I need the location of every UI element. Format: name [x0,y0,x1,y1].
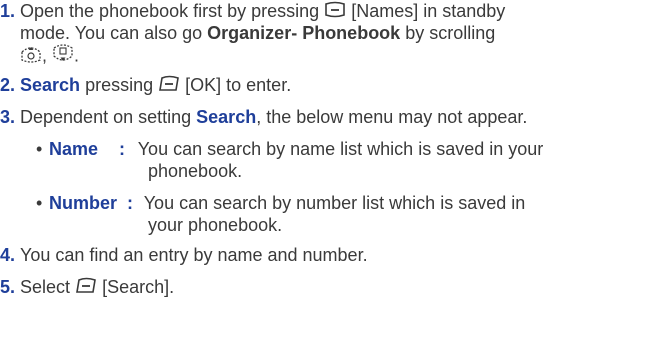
step-text-continued: [Search]. [102,277,175,297]
search-keyword: Search [196,107,257,127]
right-soft-key-icon [324,1,346,24]
step-1-line-2: mode. You can also go Organizer- Phonebo… [20,22,495,44]
step-text: by scrolling [405,23,496,43]
menu-path: Organizer- Phonebook [207,23,401,43]
option-label: Name [49,139,99,159]
nav-up-key-icon [20,44,42,69]
instructions-document: 1. Open the phonebook first by pressing [… [0,0,652,344]
step-text-continued: [Names] in standby [351,1,506,21]
option-number-line-2: your phonebook. [148,214,282,236]
step-text: Dependent on setting [20,107,192,127]
step-5: 5. Select [Search]. [0,276,174,300]
step-text: pressing [85,75,154,95]
bullet: • [36,139,43,159]
step-4: 4. You can find an entry by name and numb… [0,244,368,266]
bullet: • [36,193,43,213]
step-text: mode. You can also go [20,23,203,43]
step-number: 2. [0,75,16,95]
step-number: 5. [0,277,16,297]
step-1-line-3: , . [20,44,79,69]
option-name-line-2: phonebook. [148,160,242,182]
option-description: You can search by number list which is s… [143,193,526,213]
option-separator: : [127,193,134,213]
left-soft-key-icon [75,277,97,300]
period: . [74,45,80,66]
separator: , [42,45,48,66]
option-label: Number [49,193,118,213]
nav-down-key-icon [52,44,74,69]
step-text-continued: , the below menu may not appear. [256,107,528,127]
step-3: 3. Dependent on setting Search, the below… [0,106,527,128]
option-number: • Number: You can search by number list … [36,192,525,214]
step-text: Select [20,277,71,297]
step-number: 3. [0,107,16,127]
option-description: your phonebook. [148,215,283,235]
step-2: 2. Search pressing [OK] to enter. [0,74,291,98]
step-number: 1. [0,1,16,21]
step-text: You can find an entry by name and number… [20,245,368,265]
step-1: 1. Open the phonebook first by pressing [… [0,0,505,24]
option-separator: : [119,139,126,159]
option-name: • Name: You can search by name list whic… [36,138,543,160]
option-description: You can search by name list which is sav… [137,139,544,159]
left-soft-key-icon [158,75,180,98]
step-text: Open the phonebook first by pressing [20,1,320,21]
step-text-continued: [OK] to enter. [185,75,292,95]
step-number: 4. [0,245,16,265]
search-keyword: Search [20,75,81,95]
option-description: phonebook. [148,161,243,181]
